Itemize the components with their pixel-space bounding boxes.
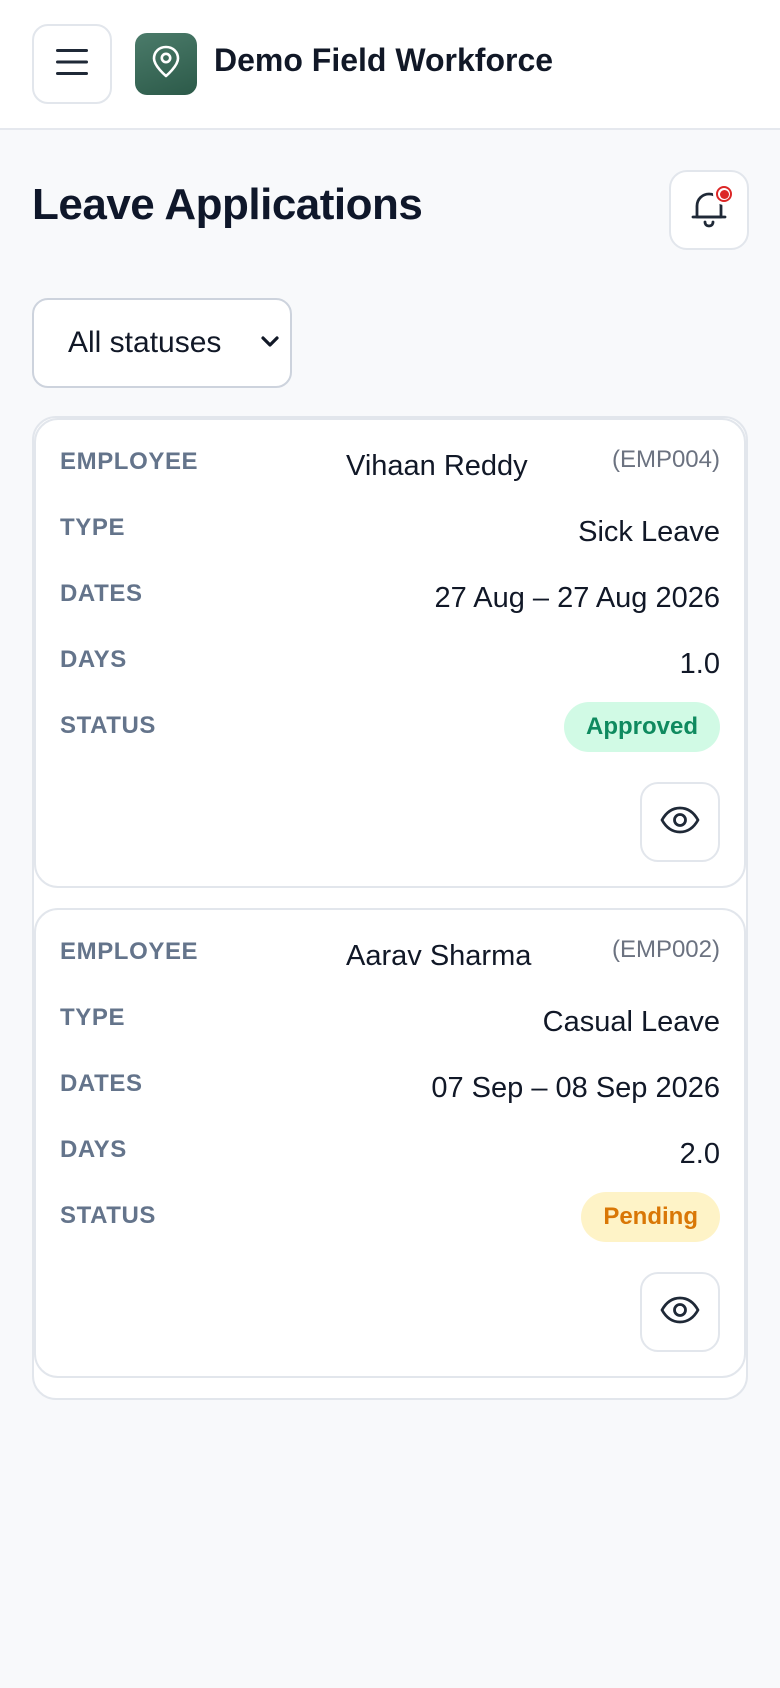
employee-row: EMPLOYEE Aarav Sharma (EMP002) (60, 936, 720, 978)
dates-row: DATES 07 Sep – 08 Sep 2026 (60, 1070, 720, 1110)
employee-code: (EMP002) (611, 936, 720, 963)
status-filter-value: All statuses (68, 326, 222, 359)
eye-icon (660, 806, 700, 839)
eye-icon (660, 1296, 700, 1329)
type-label: TYPE (60, 514, 126, 541)
leave-type: Casual Leave (542, 1006, 720, 1038)
days-label: DAYS (60, 1136, 127, 1163)
status-row: STATUS Approved (60, 702, 720, 752)
dates-label: DATES (60, 580, 143, 607)
hamburger-menu-icon (56, 48, 88, 80)
leave-dates: 27 Aug – 27 Aug 2026 (434, 582, 720, 614)
page-title: Leave Applications (32, 180, 423, 229)
status-label: STATUS (60, 1202, 157, 1229)
app-logo (135, 33, 197, 95)
employee-label: EMPLOYEE (60, 938, 199, 965)
leave-days: 2.0 (679, 1138, 720, 1170)
type-row: TYPE Casual Leave (60, 1004, 720, 1044)
employee-name: Aarav Sharma (346, 940, 532, 972)
leave-dates: 07 Sep – 08 Sep 2026 (431, 1072, 720, 1104)
location-pin-icon (151, 45, 181, 84)
view-details-button[interactable] (640, 1272, 720, 1352)
days-label: DAYS (60, 646, 127, 673)
type-row: TYPE Sick Leave (60, 514, 720, 554)
days-row: DAYS 1.0 (60, 646, 720, 686)
dates-label: DATES (60, 1070, 143, 1097)
status-badge: Approved (563, 702, 720, 752)
leave-card: EMPLOYEE Vihaan Reddy (EMP004) TYPE Sick… (34, 418, 746, 888)
status-label: STATUS (60, 712, 157, 739)
view-details-button[interactable] (640, 782, 720, 862)
employee-row: EMPLOYEE Vihaan Reddy (EMP004) (60, 446, 720, 488)
status-filter-select[interactable]: All statuses (32, 298, 292, 388)
chevron-down-icon (258, 330, 282, 354)
status-row: STATUS Pending (60, 1192, 720, 1242)
leave-type: Sick Leave (578, 516, 720, 548)
employee-name: Vihaan Reddy (346, 450, 528, 482)
days-row: DAYS 2.0 (60, 1136, 720, 1176)
app-header: Demo Field Workforce (0, 0, 780, 130)
leave-days: 1.0 (679, 648, 720, 680)
app-title: Demo Field Workforce (214, 42, 554, 78)
status-badge: Pending (581, 1192, 720, 1242)
leave-card: EMPLOYEE Aarav Sharma (EMP002) TYPE Casu… (34, 908, 746, 1378)
employee-code: (EMP004) (611, 446, 720, 473)
type-label: TYPE (60, 1004, 126, 1031)
menu-button[interactable] (32, 24, 112, 104)
dates-row: DATES 27 Aug – 27 Aug 2026 (60, 580, 720, 620)
notification-dot (713, 183, 735, 205)
employee-label: EMPLOYEE (60, 448, 199, 475)
notifications-button[interactable] (669, 170, 749, 250)
